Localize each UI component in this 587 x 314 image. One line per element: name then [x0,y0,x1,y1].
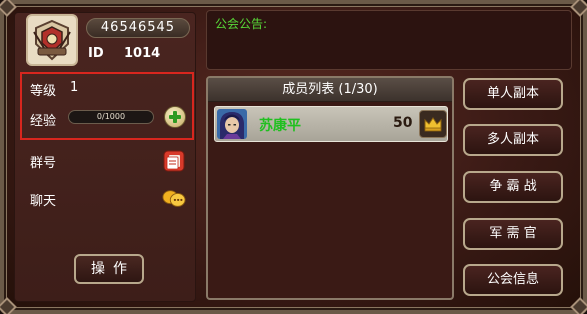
frame-corner-ornament [570,297,587,314]
group-number-button[interactable] [162,149,186,173]
member-avatar [217,109,247,139]
guild-leader-badge [419,110,447,138]
frame-corner-ornament [570,0,587,17]
id-value: 1014 [124,46,161,61]
document-icon [163,150,185,172]
operate-button[interactable]: 操作 [74,254,144,284]
quartermaster-button[interactable]: 军 需 官 [463,218,563,250]
group-number-label: 群号 [30,156,57,171]
guild-notice-title: 公会公告: [215,17,268,31]
solo-dungeon-button[interactable]: 单人副本 [463,78,563,110]
exp-progress-bar: 0/1000 [68,110,154,124]
multi-dungeon-button[interactable]: 多人副本 [463,124,563,156]
add-exp-button[interactable] [164,106,186,128]
member-list-panel: 成员列表 (1/30) 苏康平 50 [206,76,454,300]
level-value: 1 [70,80,79,95]
guild-emblem-icon [33,19,71,61]
guild-score-display: 46546545 [86,18,190,38]
crown-icon [424,117,442,132]
guild-battle-button[interactable]: 争 霸 战 [463,171,563,203]
member-list-header: 成员列表 (1/30) [208,78,452,102]
guild-emblem-avatar[interactable] [26,14,78,66]
chat-label: 聊天 [30,194,57,209]
member-row[interactable]: 苏康平 50 [214,106,448,142]
member-portrait-icon [217,109,247,139]
guild-notice-board: 公会公告: [206,10,572,70]
chat-button[interactable] [162,187,186,211]
member-level: 50 [393,115,413,131]
level-label: 等级 [30,84,57,99]
plus-icon [169,111,181,123]
member-name: 苏康平 [259,118,301,134]
exp-label: 经验 [30,114,57,129]
id-label: ID [88,46,104,61]
chat-bubbles-icon [162,190,186,207]
guild-info-button[interactable]: 公会信息 [463,264,563,296]
